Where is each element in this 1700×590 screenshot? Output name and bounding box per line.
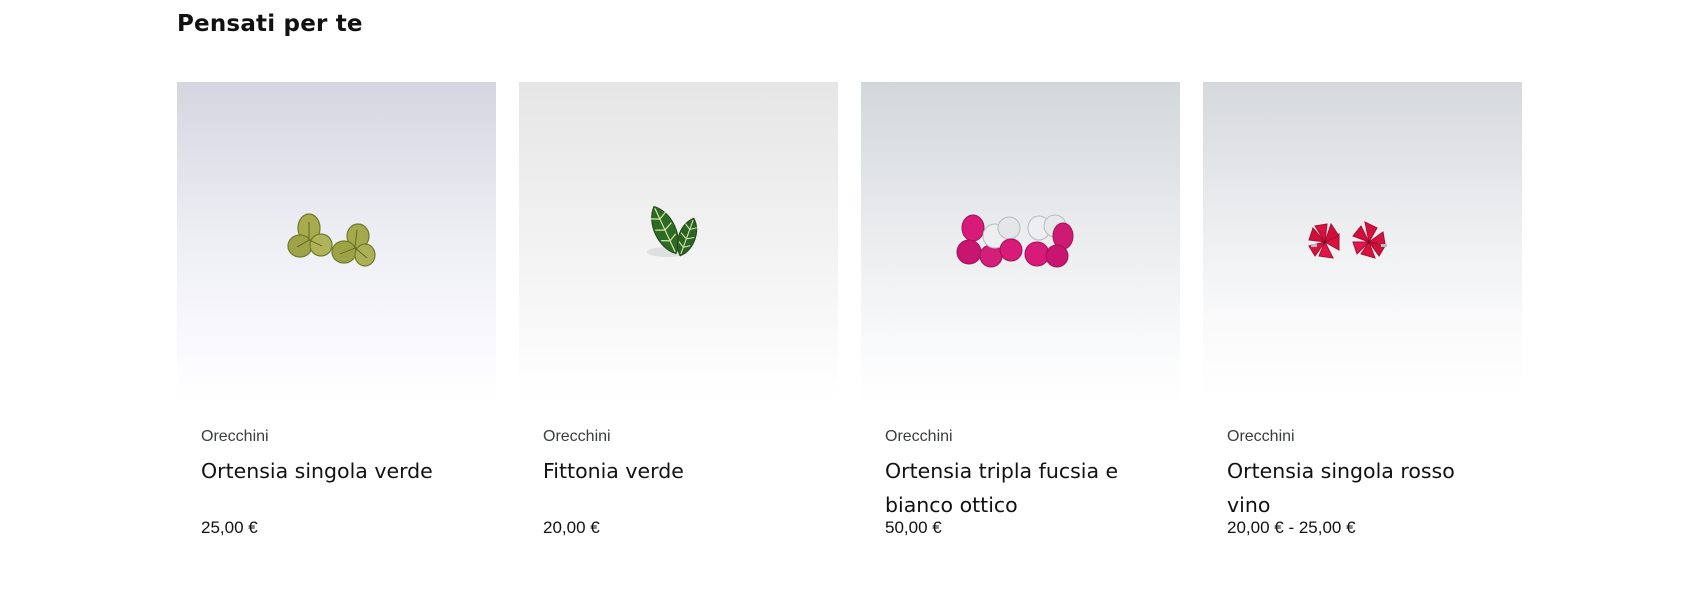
product-grid: Orecchini Ortensia singola verde 25,00 €	[177, 82, 1524, 538]
product-card[interactable]: Orecchini Fittonia verde 20,00 €	[519, 82, 838, 538]
product-title[interactable]: Ortensia tripla fucsia e bianco ottico	[885, 454, 1156, 522]
red-hydrangea-earrings-image	[1203, 82, 1522, 401]
product-price: 20,00 € - 25,00 €	[1227, 518, 1356, 537]
product-image[interactable]	[177, 82, 496, 401]
product-category[interactable]: Orecchini	[1227, 428, 1498, 450]
product-title[interactable]: Ortensia singola rosso vino	[1227, 454, 1498, 522]
product-card[interactable]: Orecchini Ortensia singola rosso vino 20…	[1203, 82, 1522, 538]
product-price: 25,00 €	[201, 518, 258, 537]
product-card[interactable]: Orecchini Ortensia singola verde 25,00 €	[177, 82, 496, 538]
fuchsia-white-hydrangea-earrings-image	[861, 82, 1180, 401]
section-title: Pensati per te	[177, 11, 363, 37]
product-title[interactable]: Fittonia verde	[543, 454, 814, 522]
product-category[interactable]: Orecchini	[543, 428, 814, 450]
recommended-section: Pensati per te Orecchini Ortensia singol…	[0, 0, 1700, 590]
product-image[interactable]	[519, 82, 838, 401]
product-image[interactable]	[861, 82, 1180, 401]
product-category[interactable]: Orecchini	[885, 428, 1156, 450]
product-title[interactable]: Ortensia singola verde	[201, 454, 472, 522]
fittonia-leaf-earrings-image	[519, 82, 838, 401]
green-hydrangea-earrings-image	[177, 82, 496, 401]
product-card[interactable]: Orecchini Ortensia tripla fucsia e bianc…	[861, 82, 1180, 538]
product-price: 50,00 €	[885, 518, 942, 537]
product-image[interactable]	[1203, 82, 1522, 401]
product-price: 20,00 €	[543, 518, 600, 537]
product-category[interactable]: Orecchini	[201, 428, 472, 450]
